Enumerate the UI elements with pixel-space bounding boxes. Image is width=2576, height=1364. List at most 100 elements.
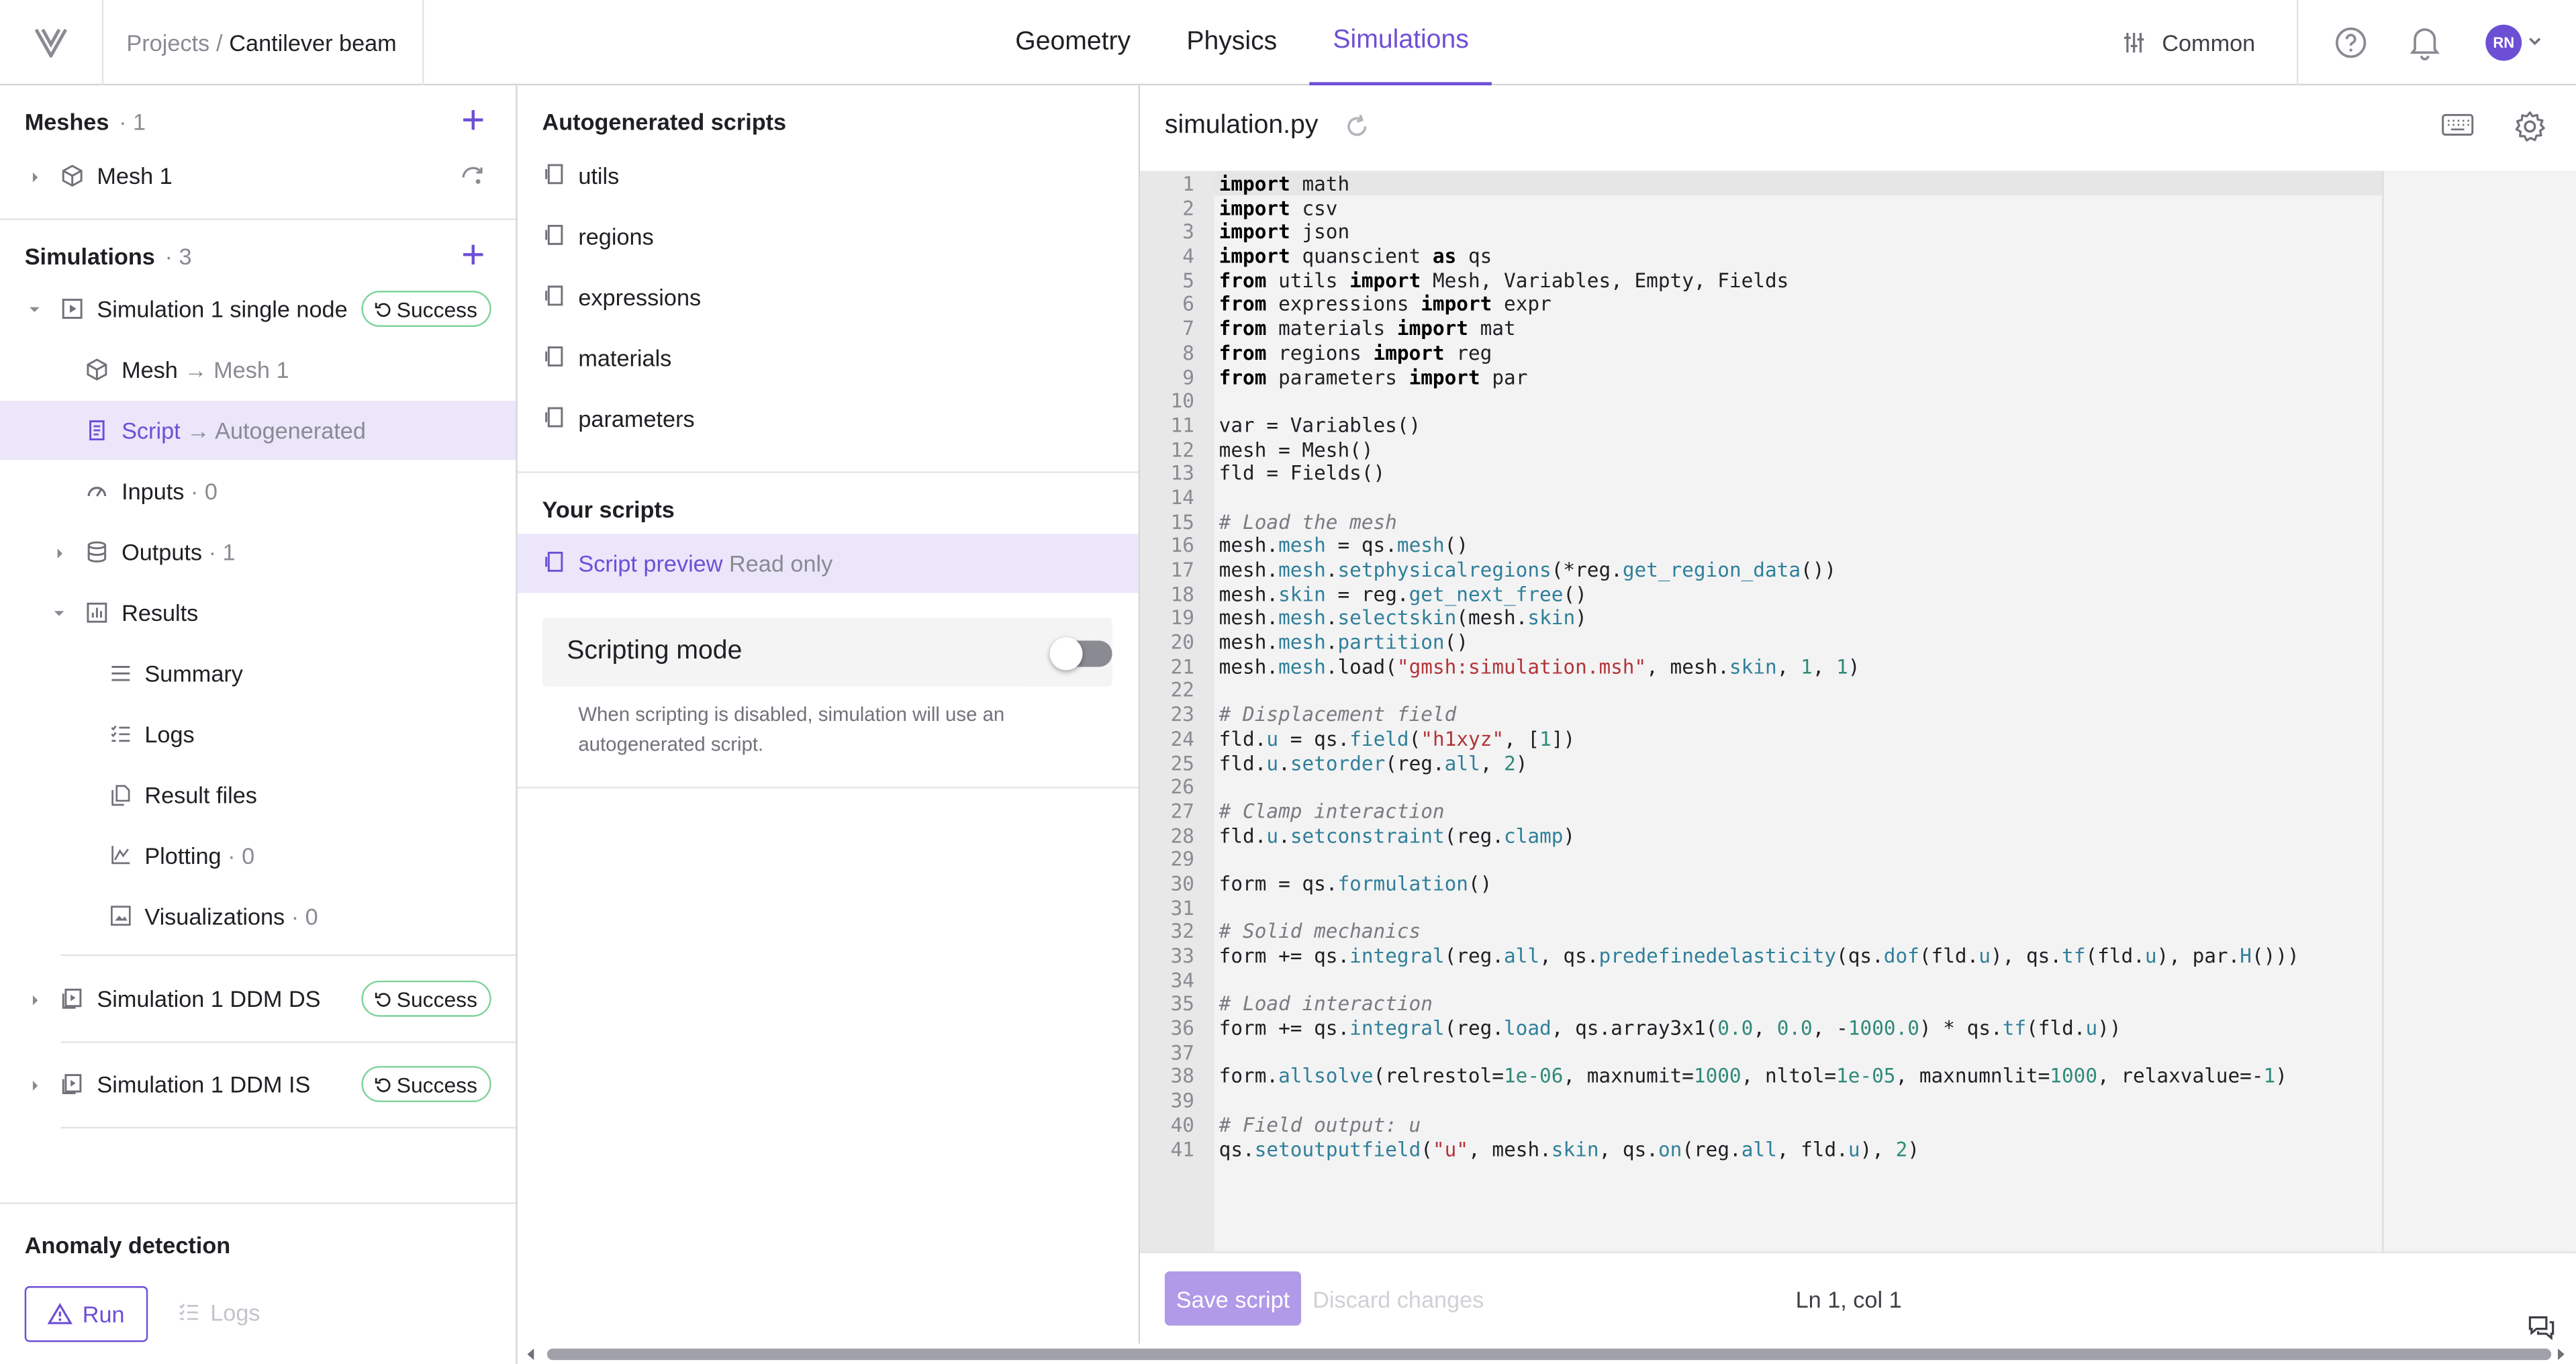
code-line[interactable]: 32 # Solid mechanics bbox=[1140, 920, 1421, 944]
simulation-item[interactable]: Simulation 1 DDM DS Success bbox=[0, 969, 516, 1028]
logs-button[interactable]: Logs bbox=[177, 1300, 260, 1326]
chevron-right-icon[interactable] bbox=[54, 547, 66, 561]
code-line[interactable]: 39 bbox=[1140, 1089, 1194, 1114]
code-line[interactable]: 18 mesh.skin = reg.get_next_free() bbox=[1140, 583, 1587, 607]
chevron-right-icon[interactable] bbox=[30, 1079, 41, 1093]
code-line[interactable]: 6 from expressions import expr bbox=[1140, 293, 1551, 318]
code-line[interactable]: 21 mesh.mesh.load("gmsh:simulation.msh", … bbox=[1140, 655, 1860, 679]
discard-changes-button[interactable]: Discard changes bbox=[1313, 1286, 1484, 1312]
sim-outputs-row[interactable]: Outputs · 1 bbox=[0, 522, 516, 581]
run-button[interactable]: Run bbox=[24, 1286, 148, 1343]
refresh-icon[interactable] bbox=[1344, 113, 1370, 140]
code-lines[interactable]: 1 import math 2 import csv 3 import json 4 impo… bbox=[1140, 173, 2299, 1162]
code-line[interactable]: 37 bbox=[1140, 1041, 1194, 1065]
code-area[interactable]: 1 import math 2 import csv 3 import json 4 impo… bbox=[1140, 170, 2576, 1252]
add-simulation-icon[interactable] bbox=[460, 242, 486, 268]
avatar[interactable]: RN bbox=[2485, 24, 2522, 61]
regenerate-icon[interactable] bbox=[460, 164, 486, 187]
auto-script-parameters[interactable]: parameters bbox=[518, 389, 1139, 448]
line-text: from expressions import expr bbox=[1219, 293, 1552, 318]
code-line[interactable]: 24 fld.u = qs.field("h1xyz", [1]) bbox=[1140, 728, 1576, 752]
results-logs-row[interactable]: Logs bbox=[0, 705, 516, 764]
code-line[interactable]: 15 # Load the mesh bbox=[1140, 510, 1397, 534]
code-line[interactable]: 16 mesh.mesh = qs.mesh() bbox=[1140, 534, 1468, 558]
code-line[interactable]: 30 form = qs.formulation() bbox=[1140, 872, 1492, 896]
tab-simulations[interactable]: Simulations bbox=[1310, 0, 1492, 86]
code-line[interactable]: 19 mesh.mesh.selectskin(mesh.skin) bbox=[1140, 607, 1587, 631]
code-line[interactable]: 22 bbox=[1140, 679, 1194, 703]
scroll-right-icon[interactable] bbox=[2555, 1347, 2568, 1362]
code-line[interactable]: 27 # Clamp interaction bbox=[1140, 799, 1445, 824]
code-line[interactable]: 33 form += qs.integral(reg.all, qs.predef… bbox=[1140, 944, 2299, 969]
code-line[interactable]: 4 import quanscient as qs bbox=[1140, 245, 1492, 269]
common-button[interactable]: Common bbox=[2123, 0, 2255, 85]
gear-icon[interactable] bbox=[2514, 110, 2546, 143]
code-line[interactable]: 23 # Displacement field bbox=[1140, 703, 1457, 728]
code-line[interactable]: 29 bbox=[1140, 848, 1194, 872]
chevron-down-icon[interactable] bbox=[28, 304, 42, 315]
auto-script-materials[interactable]: materials bbox=[518, 328, 1139, 387]
code-line[interactable]: 1 import math bbox=[1140, 173, 1349, 197]
code-line[interactable]: 10 bbox=[1140, 389, 1194, 413]
code-line[interactable]: 8 from regions import reg bbox=[1140, 342, 1492, 366]
keyboard-icon[interactable] bbox=[2441, 113, 2474, 136]
results-summary-row[interactable]: Summary bbox=[0, 644, 516, 703]
code-line[interactable]: 35 # Load interaction bbox=[1140, 993, 1433, 1017]
results-plotting-row[interactable]: Plotting · 0 bbox=[0, 826, 516, 885]
mesh-item[interactable]: Mesh 1 bbox=[0, 146, 516, 205]
code-line[interactable]: 25 fld.u.setorder(reg.all, 2) bbox=[1140, 752, 1528, 776]
horizontal-scrollbar[interactable] bbox=[517, 1343, 2576, 1364]
results-visualizations-row[interactable]: Visualizations · 0 bbox=[0, 887, 516, 946]
notifications-icon[interactable] bbox=[2408, 25, 2441, 61]
chevron-right-icon[interactable] bbox=[30, 993, 41, 1007]
script-preview-item[interactable]: Script preview Read only bbox=[517, 534, 1139, 593]
results-files-row[interactable]: Result files bbox=[0, 765, 516, 824]
sim-script-row[interactable]: Script → Autogenerated bbox=[0, 401, 516, 460]
code-line[interactable]: 12 mesh = Mesh() bbox=[1140, 438, 1374, 462]
sim-results-row[interactable]: Results bbox=[0, 583, 516, 642]
simulation-item[interactable]: Simulation 1 single node Success bbox=[0, 279, 516, 338]
scroll-left-icon[interactable] bbox=[524, 1347, 538, 1362]
code-token: get_region_data bbox=[1622, 558, 1801, 582]
code-line[interactable]: 31 bbox=[1140, 896, 1194, 920]
tab-physics[interactable]: Physics bbox=[1163, 0, 1300, 85]
code-token: expressions bbox=[1266, 293, 1421, 316]
breadcrumb-projects[interactable]: Projects bbox=[126, 30, 209, 56]
chevron-down-icon[interactable] bbox=[52, 607, 66, 619]
code-line[interactable]: 40 # Field output: u bbox=[1140, 1114, 1421, 1138]
code-line[interactable]: 2 import csv bbox=[1140, 197, 1337, 221]
code-line[interactable]: 9 from parameters import par bbox=[1140, 365, 1527, 389]
code-line[interactable]: 28 fld.u.setconstraint(reg.clamp) bbox=[1140, 824, 1576, 848]
scrollbar-thumb[interactable] bbox=[546, 1348, 2552, 1361]
chevron-down-icon[interactable] bbox=[2526, 33, 2542, 49]
scripting-mode-toggle[interactable] bbox=[1049, 637, 1112, 671]
code-line[interactable]: 3 import json bbox=[1140, 221, 1349, 245]
code-line[interactable]: 14 bbox=[1140, 486, 1194, 510]
code-line[interactable]: 7 from materials import mat bbox=[1140, 318, 1515, 342]
app-logo[interactable] bbox=[0, 0, 104, 86]
add-mesh-icon[interactable] bbox=[460, 107, 486, 133]
code-line[interactable]: 5 from utils import Mesh, Variables, Empt… bbox=[1140, 269, 1788, 293]
chevron-right-icon[interactable] bbox=[30, 170, 41, 184]
auto-script-expressions[interactable]: expressions bbox=[518, 268, 1139, 327]
sim-mesh-row[interactable]: Mesh → Mesh 1 bbox=[0, 340, 516, 399]
code-line[interactable]: 13 fld = Fields() bbox=[1140, 462, 1386, 486]
simulation-item[interactable]: Simulation 1 DDM IS Success bbox=[0, 1055, 516, 1114]
code-line[interactable]: 36 form += qs.integral(reg.load, qs.array… bbox=[1140, 1017, 2121, 1041]
code-line[interactable]: 41 qs.setoutputfield("u", mesh.skin, qs.o… bbox=[1140, 1138, 1919, 1162]
code-token: 1e-05 bbox=[1836, 1065, 1896, 1088]
sim-inputs-row[interactable]: Inputs · 0 bbox=[0, 462, 516, 521]
code-line[interactable]: 11 var = Variables() bbox=[1140, 413, 1421, 438]
auto-script-utils[interactable]: utils bbox=[518, 146, 1139, 205]
code-line[interactable]: 17 mesh.mesh.setphysicalregions(*reg.get_… bbox=[1140, 558, 1836, 583]
save-script-button[interactable]: Save script bbox=[1164, 1271, 1302, 1326]
auto-script-label: expressions bbox=[578, 284, 702, 311]
auto-script-regions[interactable]: regions bbox=[518, 207, 1139, 266]
code-line[interactable]: 38 form.allsolve(relrestol=1e-06, maxnumi… bbox=[1140, 1065, 2287, 1089]
code-line[interactable]: 34 bbox=[1140, 969, 1194, 993]
code-line[interactable]: 26 bbox=[1140, 775, 1194, 799]
tab-geometry[interactable]: Geometry bbox=[992, 0, 1153, 85]
help-icon[interactable] bbox=[2334, 26, 2367, 59]
code-line[interactable]: 20 mesh.mesh.partition() bbox=[1140, 631, 1468, 655]
chat-icon[interactable] bbox=[2526, 1314, 2556, 1344]
